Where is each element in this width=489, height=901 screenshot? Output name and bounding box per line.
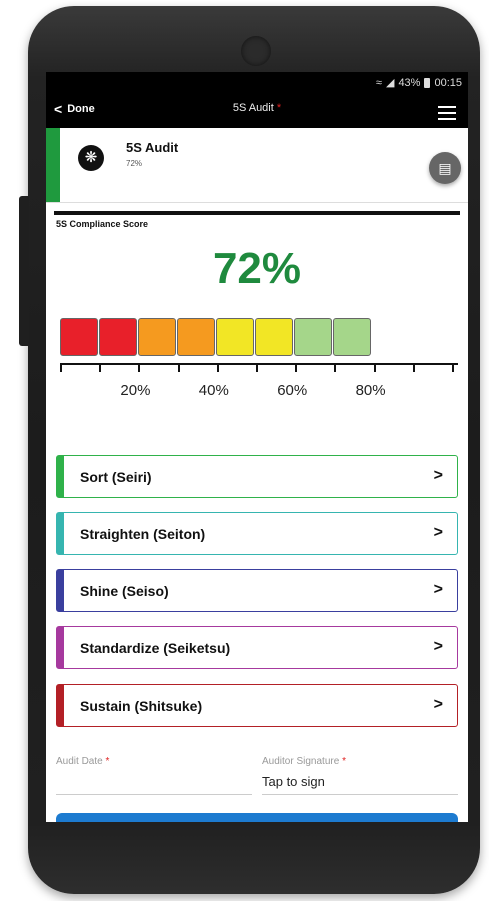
category-row[interactable]: Shine (Seiso) > <box>56 569 458 612</box>
signal-icon: ◢ <box>385 77 395 89</box>
auditor-signature-label: Auditor Signature * <box>262 756 346 767</box>
category-row[interactable]: Standardize (Seiketsu) > <box>56 626 458 669</box>
gauge-tick <box>373 364 376 372</box>
category-row[interactable]: Sort (Seiri) > <box>56 455 458 498</box>
gauge-tick <box>60 364 62 372</box>
category-label: Sustain (Shitsuke) <box>80 698 203 714</box>
gauge-tick <box>256 364 258 372</box>
category-label: Shine (Seiso) <box>80 583 169 599</box>
front-camera <box>241 36 271 66</box>
report-icon-button[interactable]: ▤ <box>429 152 461 184</box>
status-bar: ≈ ◢ 43% 00:15 <box>46 72 468 94</box>
gauge-tick-label: 40% <box>198 382 229 399</box>
phone-side-button <box>19 196 29 346</box>
hamburger-menu-icon[interactable] <box>438 106 456 124</box>
audit-header-card: ❋ 5S Audit 72% ▤ <box>46 128 468 203</box>
auditor-signature-field[interactable]: Tap to sign <box>262 774 325 789</box>
app-bar: < Done 5S Audit * <box>46 94 468 128</box>
gauge-segment <box>294 318 332 356</box>
category-row[interactable]: Sustain (Shitsuke) > <box>56 684 458 727</box>
gauge-tick-label: 80% <box>355 382 386 399</box>
score-gauge <box>60 318 372 356</box>
gauge-tick <box>99 364 102 372</box>
battery-percent: 43% <box>398 76 421 89</box>
header-accent-bar <box>46 128 60 202</box>
signature-underline <box>262 794 458 795</box>
audit-date-field[interactable] <box>56 794 252 795</box>
gauge-segment <box>333 318 371 356</box>
gauge-tick <box>295 364 298 372</box>
chevron-right-icon: > <box>433 581 443 598</box>
submit-button[interactable] <box>56 813 458 822</box>
gauge-tick <box>452 364 454 372</box>
required-mark: * <box>276 102 282 114</box>
gauge-axis <box>60 363 458 365</box>
wifi-icon: ≈ <box>375 76 382 89</box>
category-label: Straighten (Seiton) <box>80 526 206 542</box>
category-row[interactable]: Straighten (Seiton) > <box>56 512 458 555</box>
gauge-tick-label: 60% <box>277 382 308 399</box>
gauge-tick <box>177 364 180 372</box>
gauge-segment <box>255 318 293 356</box>
audit-title: 5S Audit <box>126 140 179 155</box>
app-title-text: 5S Audit <box>232 102 274 114</box>
gauge-segment <box>216 318 254 356</box>
category-label: Sort (Seiri) <box>80 469 152 485</box>
gauge-tick <box>216 364 219 372</box>
audit-date-label: Audit Date * <box>56 756 110 767</box>
gauge-tick <box>412 364 415 372</box>
chevron-right-icon: > <box>433 696 443 713</box>
chevron-right-icon: > <box>433 638 443 655</box>
clock: 00:15 <box>434 76 462 89</box>
gauge-tick <box>138 364 141 372</box>
gauge-segment <box>99 318 137 356</box>
audit-percent: 72% <box>126 159 143 168</box>
gauge-tick-label: 20% <box>120 382 151 399</box>
gauge-segment <box>177 318 215 356</box>
brain-icon: ❋ <box>78 145 104 171</box>
gauge-tick <box>334 364 337 372</box>
app-screen: ≈ ◢ 43% 00:15 < Done 5S Audit * ❋ 5S Aud… <box>46 72 468 822</box>
gauge-segment <box>60 318 98 356</box>
battery-icon <box>424 77 431 88</box>
compliance-score-value: 72% <box>212 244 302 293</box>
category-label: Standardize (Seiketsu) <box>80 640 231 656</box>
chevron-right-icon: > <box>433 524 443 541</box>
section-divider <box>54 211 460 215</box>
gauge-segment <box>138 318 176 356</box>
app-title: 5S Audit * <box>46 102 468 114</box>
chevron-right-icon: > <box>433 467 443 484</box>
compliance-score-label: 5S Compliance Score <box>56 219 149 229</box>
